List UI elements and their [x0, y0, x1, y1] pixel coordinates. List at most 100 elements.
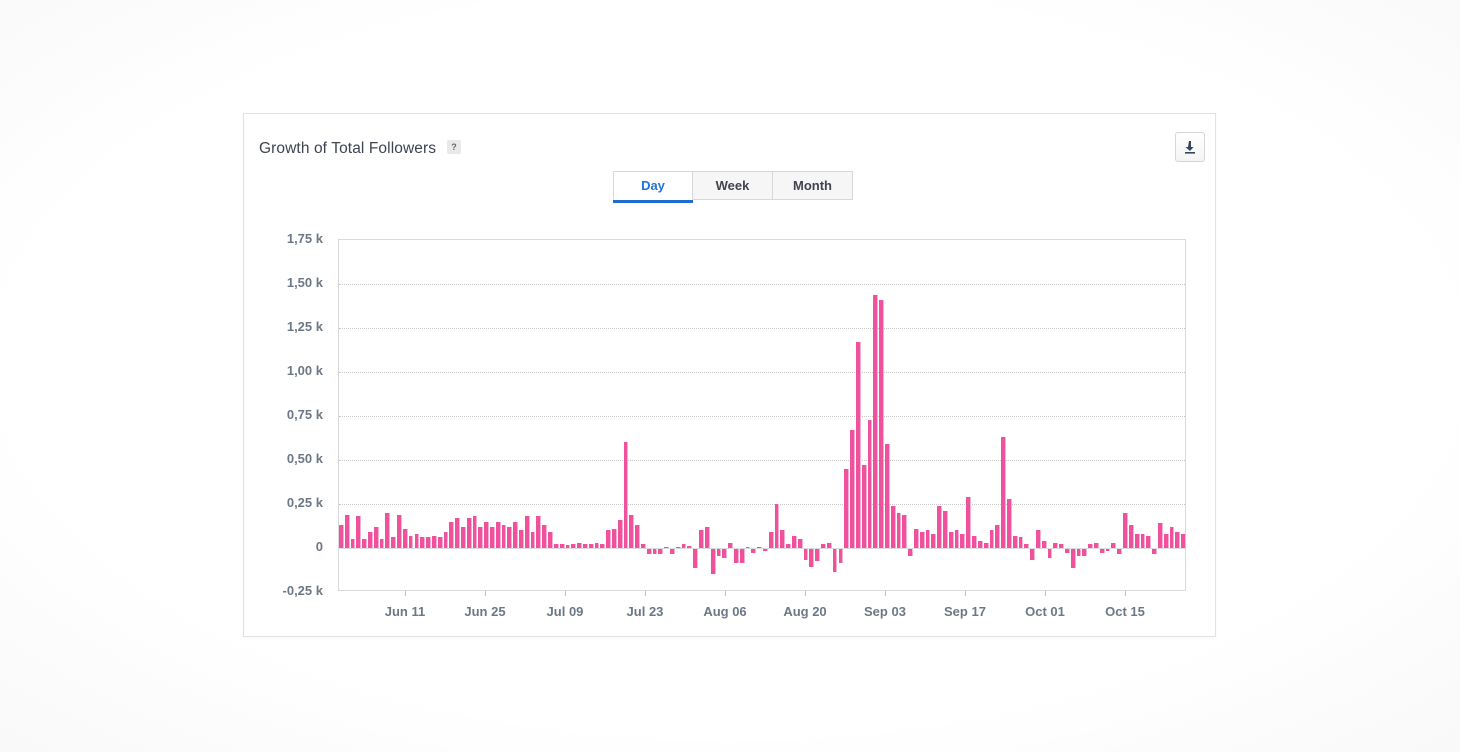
bar[interactable] — [896, 512, 902, 548]
bar[interactable] — [658, 549, 664, 555]
bar[interactable] — [1041, 540, 1047, 548]
bar[interactable] — [623, 442, 629, 548]
bar[interactable] — [919, 532, 925, 548]
bar[interactable] — [344, 514, 350, 548]
bar[interactable] — [1094, 542, 1099, 548]
bar[interactable] — [931, 533, 937, 548]
bar[interactable] — [1099, 549, 1105, 553]
bar[interactable] — [553, 544, 559, 548]
bar[interactable] — [821, 544, 826, 548]
bar[interactable] — [1006, 498, 1012, 548]
bar[interactable] — [606, 530, 611, 548]
bar[interactable] — [873, 294, 879, 548]
bar[interactable] — [1140, 533, 1146, 548]
bar[interactable] — [617, 519, 623, 548]
bar[interactable] — [774, 504, 780, 548]
bar[interactable] — [472, 516, 478, 548]
bar[interactable] — [1082, 549, 1088, 557]
bar[interactable] — [786, 544, 792, 548]
bar[interactable] — [466, 518, 472, 548]
bar[interactable] — [664, 547, 670, 548]
help-icon[interactable]: ? — [447, 140, 461, 154]
bar[interactable] — [838, 549, 844, 564]
bar[interactable] — [815, 549, 821, 562]
bar[interactable] — [1065, 549, 1070, 553]
bar[interactable] — [1128, 525, 1134, 548]
bar[interactable] — [739, 549, 745, 564]
bar[interactable] — [995, 525, 1001, 548]
bar[interactable] — [728, 542, 733, 548]
bar[interactable] — [1146, 535, 1152, 548]
bar[interactable] — [925, 530, 931, 548]
tab-week[interactable]: Week — [693, 171, 773, 200]
bar[interactable] — [710, 549, 716, 574]
bar[interactable] — [420, 537, 426, 548]
download-button[interactable] — [1175, 132, 1205, 162]
bar[interactable] — [1105, 549, 1111, 551]
bar[interactable] — [1018, 537, 1024, 548]
bar[interactable] — [501, 525, 507, 548]
bar[interactable] — [948, 532, 954, 548]
bar[interactable] — [855, 342, 861, 548]
bar[interactable] — [780, 530, 786, 548]
bar[interactable] — [733, 549, 739, 564]
bar[interactable] — [629, 514, 635, 548]
bar[interactable] — [646, 549, 652, 555]
bar[interactable] — [745, 547, 751, 548]
bar[interactable] — [792, 535, 797, 548]
bar[interactable] — [449, 521, 455, 548]
bar[interactable] — [1059, 544, 1065, 548]
bar[interactable] — [832, 549, 838, 572]
bar[interactable] — [704, 526, 710, 548]
bar[interactable] — [826, 542, 832, 548]
bar[interactable] — [594, 542, 600, 548]
bar[interactable] — [1169, 526, 1175, 548]
bar[interactable] — [652, 549, 658, 555]
bar[interactable] — [1157, 523, 1163, 548]
bar[interactable] — [408, 535, 414, 548]
bar[interactable] — [966, 496, 972, 548]
bar[interactable] — [1111, 542, 1117, 548]
bar[interactable] — [1053, 542, 1059, 548]
bar[interactable] — [699, 530, 704, 548]
bar[interactable] — [559, 544, 565, 548]
bar[interactable] — [356, 516, 362, 548]
bar[interactable] — [397, 514, 402, 548]
bar[interactable] — [414, 533, 420, 548]
bar[interactable] — [751, 549, 757, 553]
bar[interactable] — [542, 525, 548, 548]
bar[interactable] — [1175, 532, 1181, 548]
bar[interactable] — [844, 468, 850, 548]
bar[interactable] — [850, 430, 855, 548]
bar[interactable] — [1163, 533, 1169, 548]
tab-month[interactable]: Month — [773, 171, 853, 200]
bar[interactable] — [983, 542, 989, 548]
bar[interactable] — [867, 419, 873, 548]
bar[interactable] — [611, 528, 617, 548]
bar[interactable] — [507, 526, 513, 548]
bar[interactable] — [1076, 549, 1082, 557]
bar[interactable] — [1088, 544, 1094, 548]
bar[interactable] — [460, 526, 466, 548]
bar[interactable] — [1181, 533, 1186, 548]
bar[interactable] — [339, 525, 344, 548]
bar[interactable] — [693, 549, 699, 569]
bar[interactable] — [577, 542, 582, 548]
bar[interactable] — [490, 526, 495, 548]
bar[interactable] — [768, 532, 774, 548]
bar[interactable] — [1047, 549, 1053, 558]
bar[interactable] — [943, 511, 948, 548]
bar[interactable] — [972, 535, 977, 548]
bar[interactable] — [670, 549, 675, 555]
bar[interactable] — [437, 537, 443, 548]
bar[interactable] — [1035, 530, 1041, 548]
bar[interactable] — [513, 521, 519, 548]
bar[interactable] — [548, 532, 553, 548]
bar[interactable] — [716, 549, 722, 557]
bar[interactable] — [757, 547, 762, 548]
bar[interactable] — [809, 549, 815, 567]
bar[interactable] — [914, 528, 919, 548]
bar[interactable] — [803, 549, 809, 560]
bar[interactable] — [1024, 544, 1030, 548]
bar[interactable] — [443, 532, 449, 548]
